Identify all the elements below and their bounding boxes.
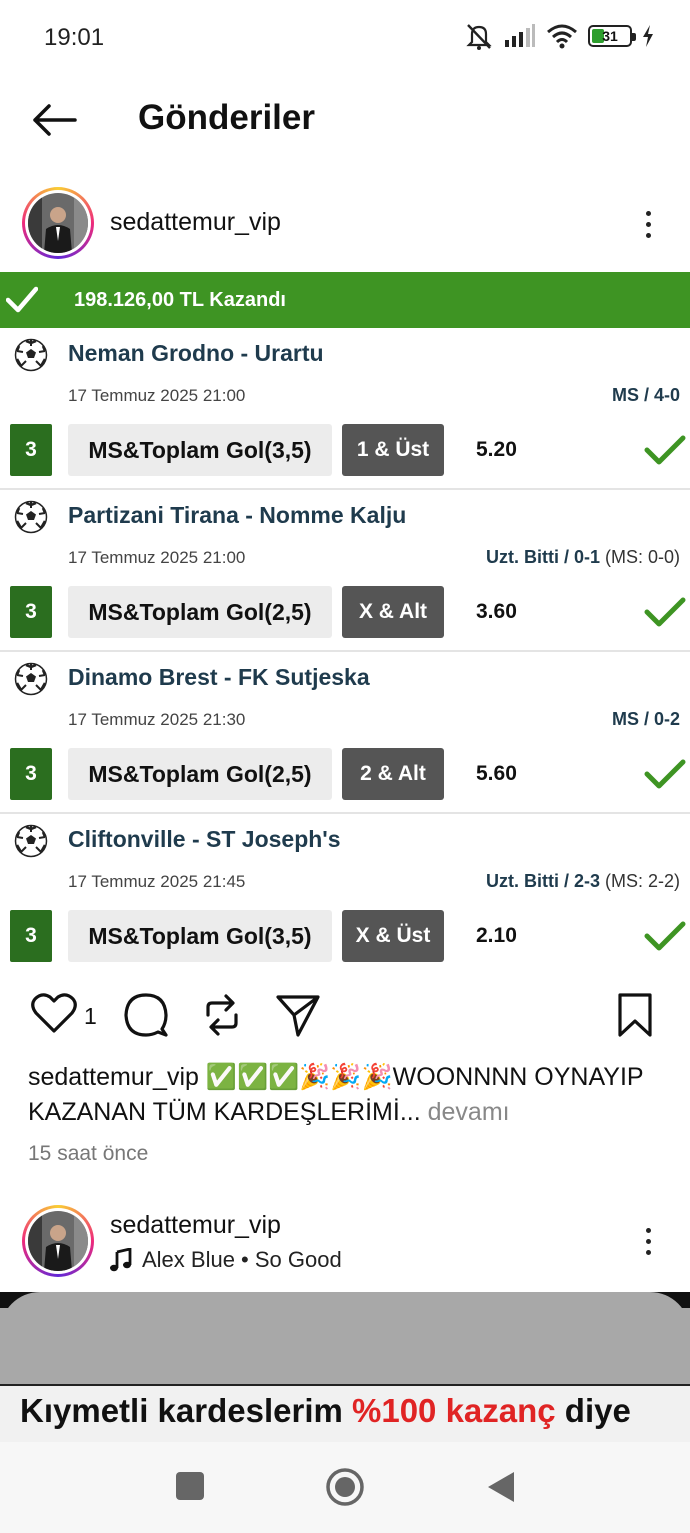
more-dot-icon — [645, 210, 651, 216]
status-bar: 19:01 31 — [0, 0, 690, 76]
match-result: Uzt. Bitti / 0-1 (MS: 0-0) — [485, 547, 680, 567]
signal-icon — [505, 24, 535, 47]
win-check-icon — [644, 597, 686, 627]
post-header: sedattemur_vip — [0, 184, 690, 264]
avatar[interactable] — [22, 1205, 94, 1277]
match-teams: Neman Grodno - Urartu — [68, 340, 324, 366]
post-timestamp: 15 saat önce — [28, 1142, 149, 1165]
status-time: 19:01 — [44, 24, 105, 51]
more-dot-icon — [645, 232, 651, 238]
avatar[interactable] — [22, 187, 94, 259]
bet-odd: 3.60 — [476, 600, 517, 623]
post-caption: sedattemur_vip ✅✅✅🎉🎉🎉WOONNNN OYNAYIP KAZ… — [28, 1060, 668, 1130]
bet-odd: 5.20 — [476, 438, 517, 461]
match-result: MS / 0-2 — [611, 709, 680, 729]
match-row: Dinamo Brest - FK Sutjeska 17 Temmuz 202… — [0, 652, 690, 814]
share-icon[interactable] — [274, 991, 322, 1039]
bet-odd: 2.10 — [476, 924, 517, 947]
arrow-left-icon — [33, 104, 77, 136]
system-nav-bar — [0, 1442, 690, 1533]
post-media[interactable]: Kıymetli kardeslerim %100 kazanç diye — [0, 1292, 690, 1442]
soccer-ball-icon — [14, 662, 48, 696]
post-coupon-image[interactable]: 198.126,00 TL Kazandı Neman Grodno - Ura… — [0, 272, 690, 972]
post-actions: 1 — [0, 985, 690, 1045]
battery-icon: 31 — [588, 25, 636, 47]
match-result: Uzt. Bitti / 2-3 (MS: 2-2) — [485, 871, 680, 891]
status-icons: 31 — [464, 22, 654, 50]
home-icon[interactable] — [324, 1466, 366, 1508]
soccer-ball-icon — [14, 824, 48, 858]
more-options-button[interactable] — [636, 1221, 660, 1261]
post-header: sedattemur_vip Alex Blue • So Good — [0, 1203, 690, 1283]
win-amount: 198.126,00 TL Kazandı — [74, 289, 286, 311]
post-username[interactable]: sedattemur_vip — [110, 1211, 281, 1240]
avatar-photo-icon — [28, 1211, 88, 1271]
bet-market: MS&Toplam Gol(2,5) — [68, 748, 332, 800]
mbs-badge: 3 — [10, 748, 52, 800]
more-dot-icon — [645, 1227, 651, 1233]
soccer-ball-icon — [14, 500, 48, 534]
match-row: Partizani Tirana - Nomme Kalju 17 Temmuz… — [0, 490, 690, 652]
match-row: Cliftonville - ST Joseph's 17 Temmuz 202… — [0, 814, 690, 976]
win-check-icon — [644, 435, 686, 465]
match-date: 17 Temmuz 2025 21:00 — [68, 386, 246, 405]
match-result: MS / 4-0 — [611, 385, 680, 405]
mbs-badge: 3 — [10, 424, 52, 476]
more-dot-icon — [645, 1249, 651, 1255]
checkmark-icon — [6, 286, 38, 313]
mbs-badge: 3 — [10, 586, 52, 638]
music-title: Alex Blue • So Good — [142, 1247, 342, 1272]
recent-apps-icon[interactable] — [174, 1470, 206, 1502]
more-dot-icon — [645, 1238, 651, 1244]
post-username[interactable]: sedattemur_vip — [110, 208, 281, 237]
bet-market: MS&Toplam Gol(3,5) — [68, 424, 332, 476]
back-nav-icon[interactable] — [486, 1470, 516, 1504]
win-check-icon — [644, 921, 686, 951]
caption-more-link[interactable]: devamı — [421, 1098, 510, 1126]
mbs-badge: 3 — [10, 910, 52, 962]
page-title: Gönderiler — [138, 98, 315, 137]
top-app-bar: Gönderiler — [0, 76, 690, 166]
more-dot-icon — [645, 221, 651, 227]
bet-pick: 1 & Üst — [342, 424, 444, 476]
caption-username[interactable]: sedattemur_vip — [28, 1063, 199, 1091]
repost-icon[interactable] — [198, 991, 246, 1039]
win-check-icon — [644, 759, 686, 789]
bet-market: MS&Toplam Gol(2,5) — [68, 586, 332, 638]
bet-pick: X & Alt — [342, 586, 444, 638]
match-date: 17 Temmuz 2025 21:45 — [68, 872, 246, 891]
wifi-icon — [547, 24, 577, 49]
match-date: 17 Temmuz 2025 21:30 — [68, 710, 246, 729]
battery-level: 31 — [602, 28, 618, 44]
bet-odd: 5.60 — [476, 762, 517, 785]
match-teams: Dinamo Brest - FK Sutjeska — [68, 664, 370, 690]
back-button[interactable] — [28, 100, 80, 140]
bet-market: MS&Toplam Gol(3,5) — [68, 910, 332, 962]
music-info[interactable]: Alex Blue • So Good — [110, 1247, 342, 1273]
avatar-photo-icon — [28, 193, 88, 253]
match-row: Neman Grodno - Urartu 17 Temmuz 2025 21:… — [0, 328, 690, 490]
win-banner: 198.126,00 TL Kazandı — [0, 272, 690, 328]
comment-icon[interactable] — [122, 991, 170, 1039]
mute-icon — [466, 24, 492, 50]
media-overlay-text: Kıymetli kardeslerim %100 kazanç diye — [20, 1392, 631, 1429]
match-date: 17 Temmuz 2025 21:00 — [68, 548, 246, 567]
match-teams: Partizani Tirana - Nomme Kalju — [68, 502, 407, 528]
like-count[interactable]: 1 — [84, 1003, 97, 1030]
match-teams: Cliftonville - ST Joseph's — [68, 826, 341, 852]
music-note-icon — [110, 1248, 132, 1272]
bet-pick: 2 & Alt — [342, 748, 444, 800]
bookmark-icon[interactable] — [614, 991, 656, 1039]
more-options-button[interactable] — [636, 204, 660, 244]
bet-pick: X & Üst — [342, 910, 444, 962]
soccer-ball-icon — [14, 338, 48, 372]
charging-icon — [643, 25, 653, 47]
heart-icon[interactable] — [30, 991, 78, 1035]
